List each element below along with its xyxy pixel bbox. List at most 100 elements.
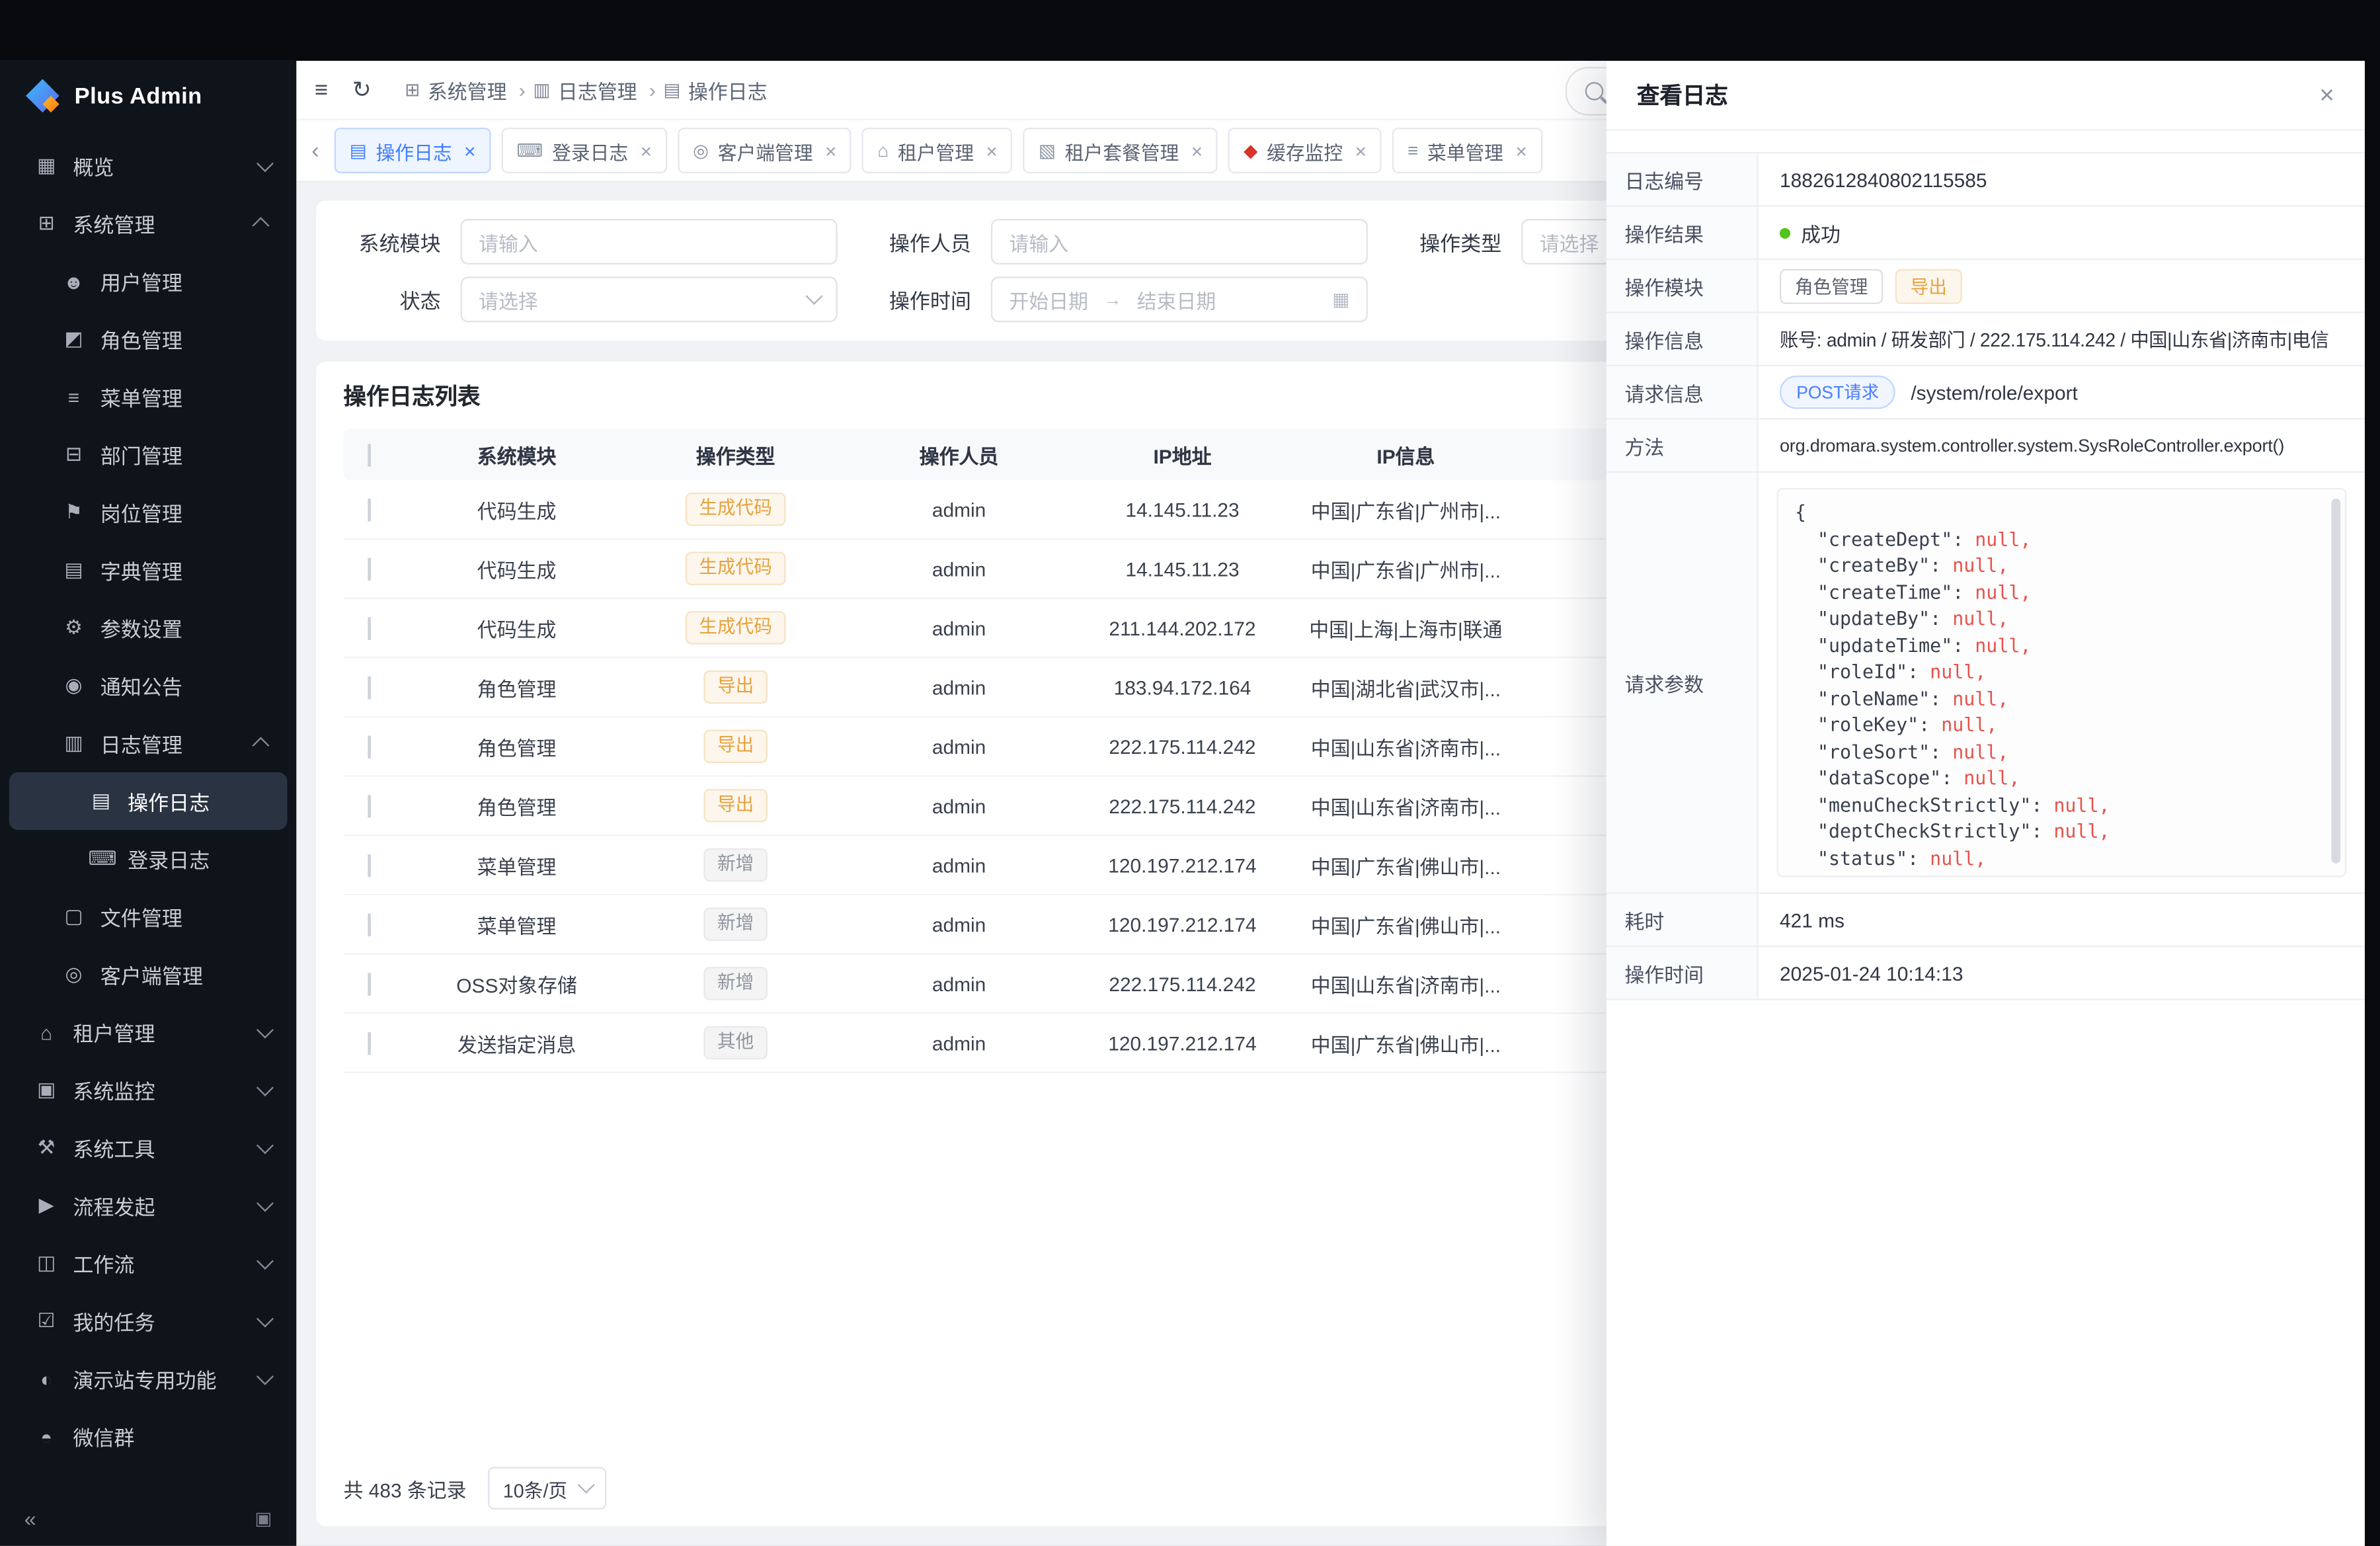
status-select[interactable]: 请选择 <box>461 276 838 322</box>
sidebar-item[interactable]: ▦ 概览 <box>9 137 288 194</box>
sidebar-item-label: 文件管理 <box>100 901 182 932</box>
panel-layout-icon[interactable]: ▣ <box>255 1508 272 1529</box>
sidebar-item[interactable]: ⚙ 参数设置 <box>9 599 288 657</box>
refresh-icon[interactable]: ↻ <box>352 76 372 103</box>
daterange-picker[interactable]: 开始日期 → 结束日期 ▦ <box>991 276 1368 322</box>
tabs-scroll-left-icon[interactable]: ‹ <box>311 138 319 163</box>
row-checkbox[interactable] <box>368 1032 371 1054</box>
tab-close-icon[interactable]: × <box>1191 139 1203 161</box>
code-line: "status": null, <box>1795 846 2320 872</box>
row-checkbox[interactable] <box>368 676 371 698</box>
tab[interactable]: ◎ 客户端管理 × <box>678 128 852 173</box>
chevron-icon <box>257 1310 274 1327</box>
logo-icon <box>24 77 61 114</box>
sidebar-item-label: 参数设置 <box>100 612 182 643</box>
code-scrollbar[interactable] <box>2331 499 2340 864</box>
sidebar-item[interactable]: ▥ 日志管理 <box>9 714 288 772</box>
pagination: 共 483 条记录 10条/页 <box>344 1467 607 1509</box>
tab[interactable]: ◆ 缓存监控 × <box>1228 128 1382 173</box>
operator-input[interactable]: 请输入 <box>991 219 1368 264</box>
file-icon: ▢ <box>61 905 87 929</box>
tab[interactable]: ≡ 菜单管理 × <box>1392 128 1542 173</box>
tab[interactable]: ⌨ 登录日志 × <box>502 128 667 173</box>
sidebar-item[interactable]: ▤ 操作日志 <box>9 772 288 830</box>
row-checkbox[interactable] <box>368 972 371 995</box>
sidebar-item[interactable]: ▣ 系统监控 <box>9 1061 288 1119</box>
sidebar-item[interactable]: ⌂ 租户管理 <box>9 1003 288 1061</box>
breadcrumb-item[interactable]: › ▤ 操作日志 <box>649 75 768 104</box>
tab-list: ▤ 操作日志 × ⌨ 登录日志 × ◎ 客户端管理 × ⌂ <box>335 128 1542 173</box>
tab[interactable]: ⌂ 租户管理 × <box>863 128 1013 173</box>
cell-module: 菜单管理 <box>395 850 639 879</box>
cell-ip: 222.175.114.242 <box>1085 972 1279 995</box>
sidebar-item[interactable]: ▶ 流程发起 <box>9 1176 288 1234</box>
sidebar-item[interactable]: ◩ 角色管理 <box>9 310 288 368</box>
cell-ip-info: 中国|湖北省|武汉市|... <box>1280 672 1532 702</box>
tab[interactable]: ▧ 租户套餐管理 × <box>1023 128 1218 173</box>
sidebar-item[interactable]: ☑ 我的任务 <box>9 1292 288 1350</box>
sidebar-collapse-icon[interactable]: « <box>24 1506 36 1531</box>
tab-close-icon[interactable]: × <box>825 139 836 161</box>
chevron-down-icon <box>578 1477 595 1494</box>
sidebar-item[interactable]: ◎ 客户端管理 <box>9 946 288 1003</box>
row-checkbox[interactable] <box>368 735 371 757</box>
code-line: { <box>1795 500 2320 526</box>
result-text: 成功 <box>1801 218 1841 247</box>
tab[interactable]: ▤ 操作日志 × <box>335 128 491 173</box>
cell-ip-info: 中国|山东省|济南市|... <box>1280 792 1532 821</box>
sidebar-item[interactable]: ⚑ 岗位管理 <box>9 483 288 541</box>
tab-close-icon[interactable]: × <box>1355 139 1367 161</box>
code-line: "updateBy": null, <box>1795 606 2320 633</box>
sidebar-item[interactable]: ◉ 通知公告 <box>9 657 288 714</box>
page-size-select[interactable]: 10条/页 <box>488 1467 607 1509</box>
sidebar-item-label: 菜单管理 <box>100 382 182 412</box>
wechat-icon: ◓ <box>34 1425 60 1447</box>
filter-label-time: 操作时间 <box>877 284 971 315</box>
tab-close-icon[interactable]: × <box>464 139 475 161</box>
sidebar-footer: « ▣ <box>0 1491 296 1546</box>
sidebar-item-label: 部门管理 <box>100 439 182 469</box>
close-icon[interactable]: × <box>2319 80 2334 110</box>
breadcrumb-item[interactable]: › ⊞ 系统管理 <box>405 75 506 104</box>
sidebar-item-label: 我的任务 <box>73 1306 155 1336</box>
sidebar-item[interactable]: ≡ 菜单管理 <box>9 368 288 425</box>
workflow-icon: ◫ <box>34 1251 60 1276</box>
tab-close-icon[interactable]: × <box>1515 139 1527 161</box>
log-detail-table: 日志编号 1882612840802115585 操作结果 成功 操作模块 <box>1606 152 2365 1000</box>
tab-close-icon[interactable]: × <box>640 139 651 161</box>
breadcrumb-item[interactable]: › ▥ 日志管理 <box>519 75 637 104</box>
sidebar-item[interactable]: ▢ 文件管理 <box>9 888 288 946</box>
chevron-icon <box>257 1137 274 1154</box>
sidebar-item[interactable]: ◓ 微信群 <box>9 1408 288 1465</box>
package-icon: ▧ <box>1039 140 1056 161</box>
chevron-icon <box>257 1252 274 1270</box>
hamburger-icon[interactable]: ≡ <box>315 77 328 102</box>
tab-close-icon[interactable]: × <box>986 139 997 161</box>
row-checkbox[interactable] <box>368 498 371 520</box>
row-checkbox[interactable] <box>368 794 371 817</box>
operation-type-tag: 导出 <box>703 730 768 763</box>
sidebar-item[interactable]: ⚒ 系统工具 <box>9 1119 288 1176</box>
field-method: 方法 org.dromara.system.controller.system.… <box>1606 419 2365 472</box>
logo[interactable]: Plus Admin <box>0 61 296 131</box>
field-time: 操作时间 2025-01-24 10:14:13 <box>1606 947 2365 1000</box>
row-checkbox[interactable] <box>368 557 371 580</box>
module-input[interactable]: 请输入 <box>461 219 838 264</box>
oplog-icon: ▤ <box>88 789 114 813</box>
sidebar-item[interactable]: ☻ 用户管理 <box>9 253 288 310</box>
row-checkbox[interactable] <box>368 616 371 639</box>
row-checkbox[interactable] <box>368 854 371 876</box>
select-all-checkbox[interactable] <box>368 443 371 466</box>
field-duration: 耗时 421 ms <box>1606 894 2365 947</box>
sidebar-item[interactable]: ⊟ 部门管理 <box>9 426 288 483</box>
sidebar-item[interactable]: ⌨ 登录日志 <box>9 830 288 887</box>
operation-tag: 导出 <box>1895 268 1962 304</box>
request-params-code[interactable]: { "createDept": null, "createBy": null, … <box>1776 488 2346 877</box>
sidebar-item[interactable]: ◐ 演示站专用功能 <box>9 1350 288 1407</box>
sidebar-item[interactable]: ⊞ 系统管理 <box>9 194 288 252</box>
chevron-icon <box>252 737 269 754</box>
row-checkbox[interactable] <box>368 913 371 935</box>
request-url: /system/role/export <box>1911 381 2077 403</box>
sidebar-item[interactable]: ▤ 字典管理 <box>9 541 288 598</box>
sidebar-item[interactable]: ◫ 工作流 <box>9 1235 288 1292</box>
